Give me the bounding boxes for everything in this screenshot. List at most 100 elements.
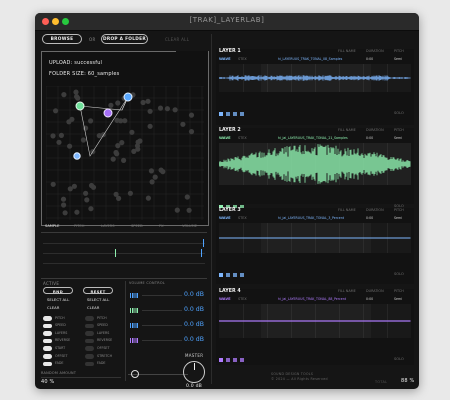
sample-dot[interactable]: [140, 99, 146, 106]
sample-dot[interactable]: [61, 202, 67, 208]
layer-slot-indicator[interactable]: [240, 112, 244, 116]
sample-dot[interactable]: [84, 197, 90, 203]
master-knob[interactable]: [183, 361, 205, 383]
select-all-right[interactable]: SELECT ALL: [87, 297, 109, 302]
sample-dot[interactable]: [186, 207, 192, 213]
active-sample-3[interactable]: [103, 108, 113, 118]
param-toggle-row[interactable]: SPEED: [41, 323, 81, 330]
tab-layers[interactable]: LAYERS: [101, 224, 115, 228]
stereo-toggle[interactable]: STEX: [238, 297, 247, 301]
clear-right[interactable]: CLEAR: [87, 305, 99, 310]
drop-folder-button[interactable]: DROP A FOLDER: [101, 34, 148, 44]
solo-button[interactable]: SOLO: [394, 111, 404, 115]
sample-dot[interactable]: [121, 157, 127, 163]
sample-dot[interactable]: [158, 167, 164, 173]
volume-slider[interactable]: [142, 325, 182, 326]
waveform-display[interactable]: [219, 223, 411, 253]
param-toggle-row[interactable]: LAYERS: [41, 330, 81, 337]
toggle-switch[interactable]: [85, 346, 94, 351]
toggle-switch[interactable]: [85, 354, 94, 359]
sample-dot[interactable]: [56, 139, 62, 145]
param-toggle-row[interactable]: LAYERS: [83, 330, 123, 337]
sample-dot[interactable]: [74, 209, 80, 215]
sample-dot[interactable]: [62, 210, 68, 216]
sample-dot[interactable]: [174, 207, 180, 213]
param-toggle-row[interactable]: REVERSE: [41, 338, 81, 345]
param-toggle-row[interactable]: FADE: [83, 361, 123, 368]
stereo-toggle[interactable]: STEX: [238, 216, 247, 220]
sample-dot[interactable]: [145, 195, 151, 201]
toggle-switch[interactable]: [85, 361, 94, 367]
waveform-display[interactable]: [219, 64, 411, 92]
sample-dot[interactable]: [67, 143, 73, 149]
active-sample-4[interactable]: [73, 152, 81, 160]
sample-dot[interactable]: [60, 196, 67, 202]
toggle-switch[interactable]: [85, 331, 94, 336]
sample-dot[interactable]: [149, 179, 155, 185]
sample-dot[interactable]: [110, 156, 116, 162]
sample-dot[interactable]: [61, 92, 67, 98]
slider-handle-3[interactable]: [201, 249, 202, 257]
sample-scatter-map[interactable]: [46, 86, 204, 220]
sample-dot[interactable]: [148, 168, 154, 174]
sample-dot[interactable]: [188, 129, 195, 135]
toggle-switch[interactable]: [43, 331, 52, 336]
sample-dot[interactable]: [127, 190, 133, 196]
sample-dot[interactable]: [74, 94, 80, 100]
sample-dot[interactable]: [50, 181, 56, 187]
sample-dot[interactable]: [53, 108, 59, 114]
sample-dot[interactable]: [157, 105, 164, 111]
sample-dot[interactable]: [147, 108, 153, 114]
param-toggle-row[interactable]: REVERSE: [83, 338, 123, 345]
sample-dot[interactable]: [152, 174, 158, 180]
solo-button[interactable]: SOLO: [394, 272, 404, 276]
param-toggle-row[interactable]: FADE: [41, 361, 81, 368]
layer-slot-indicator[interactable]: [219, 273, 223, 277]
sample-dot[interactable]: [116, 195, 122, 201]
param-toggle-row[interactable]: PITCH: [83, 315, 123, 322]
sample-dot[interactable]: [50, 133, 56, 139]
sample-dot[interactable]: [115, 100, 121, 106]
waveform-display[interactable]: [219, 304, 411, 338]
sample-dot[interactable]: [147, 123, 153, 129]
param-toggle-row[interactable]: STRETCH: [83, 353, 123, 360]
toggle-switch[interactable]: [85, 323, 94, 329]
sample-dot[interactable]: [135, 146, 141, 152]
tab-fx[interactable]: FX: [159, 224, 164, 228]
clear-all-button[interactable]: CLEAR ALL: [165, 37, 189, 42]
layer-slot-indicator[interactable]: [226, 358, 230, 362]
toggle-switch[interactable]: [43, 316, 52, 321]
volume-slider[interactable]: [142, 295, 182, 296]
sample-dot[interactable]: [145, 98, 151, 104]
toggle-switch[interactable]: [43, 323, 52, 329]
layer-slot-indicator[interactable]: [240, 273, 244, 277]
sample-dot[interactable]: [180, 121, 186, 127]
slider-handle-1[interactable]: [203, 239, 204, 247]
sample-dot[interactable]: [96, 133, 102, 139]
clear-left[interactable]: CLEAR: [47, 305, 59, 310]
select-all-left[interactable]: SELECT ALL: [47, 297, 69, 302]
layer-slot-indicator[interactable]: [233, 358, 237, 362]
solo-button[interactable]: SOLO: [394, 357, 404, 361]
toggle-switch[interactable]: [43, 361, 52, 367]
param-toggle-row[interactable]: START: [41, 345, 81, 352]
active-sample-1[interactable]: [75, 101, 85, 111]
tab-sample[interactable]: SAMPLE: [45, 224, 59, 228]
sample-dot[interactable]: [88, 182, 95, 189]
layer-slot-indicator[interactable]: [226, 273, 230, 277]
sample-dot[interactable]: [108, 102, 114, 108]
param-toggle-row[interactable]: OFFSET: [41, 353, 81, 360]
sample-dot[interactable]: [164, 106, 170, 112]
layer-slot-indicator[interactable]: [233, 112, 237, 116]
toggle-switch[interactable]: [43, 354, 52, 359]
layer-slot-indicator[interactable]: [233, 273, 237, 277]
sample-dot[interactable]: [58, 132, 64, 138]
stereo-toggle[interactable]: STEX: [238, 136, 247, 140]
layer-file-name[interactable]: hi_jai_LAYERUUS_TRAK_TONAL_21_Samples: [278, 136, 348, 140]
layer-slot-indicator[interactable]: [219, 112, 223, 116]
sample-dot[interactable]: [88, 118, 94, 124]
sample-dot[interactable]: [67, 186, 73, 192]
sample-dot[interactable]: [83, 190, 89, 196]
layer-file-name[interactable]: hi_LAYERUUS_TRAK_TONAL_08_Samples: [278, 57, 342, 61]
slider-handle-2[interactable]: [115, 249, 116, 257]
